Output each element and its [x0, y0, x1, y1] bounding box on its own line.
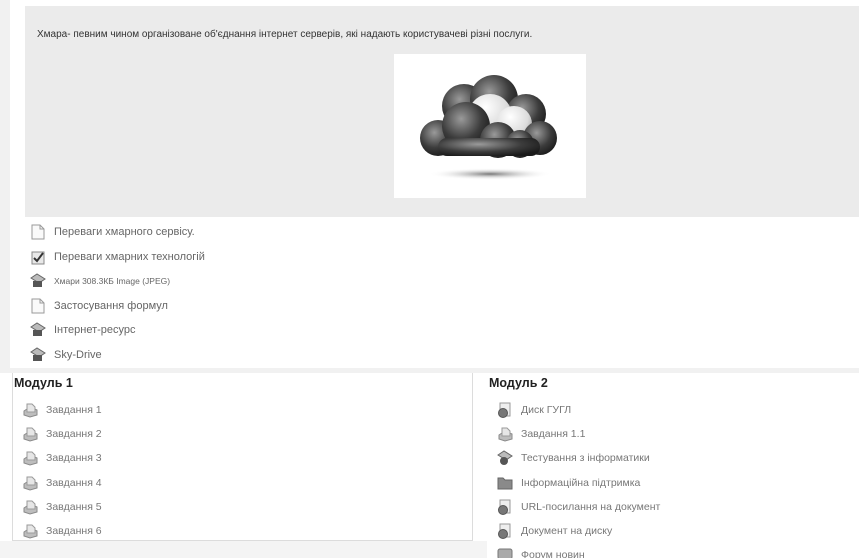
assignment-icon [23, 524, 38, 539]
resource-item[interactable]: Переваги хмарного сервісу. [30, 220, 205, 245]
module-item-list: Диск ГУГЛ Завдання 1.1 Тестування з інфо… [497, 398, 859, 558]
globe-link-icon [498, 499, 511, 515]
module-item[interactable]: Завдання 5 [22, 495, 472, 519]
assignment-icon [23, 427, 38, 442]
module-item[interactable]: Диск ГУГЛ [497, 398, 859, 422]
resource-list: Переваги хмарного сервісу. Переваги хмар… [30, 220, 205, 367]
checklist-icon [31, 251, 45, 265]
globe-link-icon [498, 402, 511, 419]
assignment-icon [23, 500, 38, 515]
module-item-label[interactable]: Завдання 1.1 [521, 428, 585, 440]
module-item[interactable]: URL-посилання на документ [497, 495, 859, 519]
resource-item[interactable]: Інтернет-ресурс [30, 318, 205, 343]
course-summary-block: Хмара- певним чином організоване об'єдна… [25, 6, 859, 217]
module-item-label[interactable]: Завдання 3 [46, 452, 102, 464]
module-item[interactable]: Інформаційна підтримка [497, 471, 859, 495]
module-title: Модуль 2 [489, 376, 548, 390]
left-margin-strip [0, 0, 10, 372]
module-item-label[interactable]: Завдання 6 [46, 525, 102, 537]
resource-item[interactable]: Застосування формул [30, 294, 205, 319]
document-icon [31, 298, 45, 314]
assignment-icon [23, 403, 38, 418]
resource-label[interactable]: Хмари 308.3КБ Image (JPEG) [54, 276, 170, 286]
image-file-icon [30, 273, 46, 288]
module-item[interactable]: Завдання 6 [22, 519, 472, 543]
cloud-illustration-icon [420, 75, 557, 180]
module-title: Модуль 1 [14, 376, 73, 390]
module-item[interactable]: Форум новин [497, 543, 859, 558]
folder-icon [497, 477, 513, 490]
module-item-label[interactable]: Завдання 1 [46, 404, 102, 416]
assignment-icon [23, 451, 38, 466]
resource-item[interactable]: Переваги хмарних технологій [30, 245, 205, 270]
footer-strip [0, 541, 487, 558]
module-item[interactable]: Документ на диску [497, 519, 859, 543]
assignment-icon [498, 427, 513, 442]
cloud-image [394, 54, 586, 198]
module-item[interactable]: Завдання 3 [22, 446, 472, 470]
module-item-list: Завдання 1 Завдання 2 Завдання 3 Завданн… [22, 398, 472, 543]
globe-link-icon [498, 523, 511, 540]
resource-label[interactable]: Інтернет-ресурс [54, 324, 136, 336]
module-item[interactable]: Завдання 1.1 [497, 422, 859, 446]
module-item-label[interactable]: Завдання 4 [46, 477, 102, 489]
web-link-icon [30, 347, 46, 361]
module-item-label[interactable]: Завдання 5 [46, 501, 102, 513]
module-1-panel: Модуль 1 Завдання 1 Завдання 2 Завдання … [12, 373, 473, 541]
module-item-label[interactable]: Тестування з інформатики [521, 452, 650, 464]
intro-text: Хмара- певним чином організоване об'єдна… [37, 29, 533, 40]
module-item-label[interactable]: Завдання 2 [46, 428, 102, 440]
quiz-icon [497, 450, 513, 466]
module-item[interactable]: Завдання 1 [22, 398, 472, 422]
resource-item[interactable]: Хмари 308.3КБ Image (JPEG) [30, 269, 205, 294]
forum-icon [497, 548, 513, 558]
resource-label[interactable]: Sky-Drive [54, 349, 102, 361]
module-item-label[interactable]: Інформаційна підтримка [521, 477, 640, 489]
module-item[interactable]: Завдання 2 [22, 422, 472, 446]
resource-label[interactable]: Застосування формул [54, 300, 168, 312]
assignment-icon [23, 476, 38, 491]
module-item[interactable]: Завдання 4 [22, 471, 472, 495]
module-2-panel: Модуль 2 Диск ГУГЛ Завдання 1.1 Тестуван… [487, 373, 859, 558]
module-item[interactable]: Тестування з інформатики [497, 446, 859, 470]
module-item-label[interactable]: Форум новин [521, 549, 585, 558]
resource-label[interactable]: Переваги хмарного сервісу. [54, 226, 195, 238]
document-icon [31, 224, 45, 240]
resource-item[interactable]: Sky-Drive [30, 343, 205, 368]
web-link-icon [30, 322, 46, 337]
module-item-label[interactable]: Диск ГУГЛ [521, 404, 571, 416]
module-item-label[interactable]: URL-посилання на документ [521, 501, 660, 513]
resource-label[interactable]: Переваги хмарних технологій [54, 251, 205, 263]
module-item-label[interactable]: Документ на диску [521, 525, 612, 537]
